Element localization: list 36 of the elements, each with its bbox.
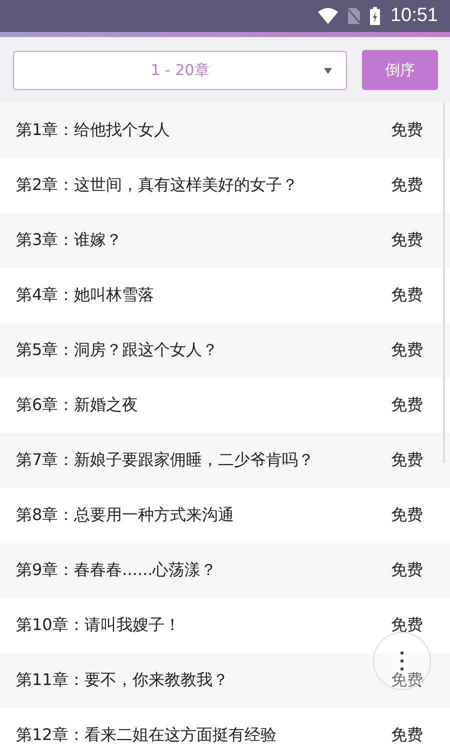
chapter-row[interactable]: 第9章：春春春......心荡漾？ 免费 [0, 543, 450, 598]
chapter-title: 第2章：这世间，真有这样美好的女子？ [16, 175, 298, 196]
chapter-row[interactable]: 第5章：洞房？跟这个女人？ 免费 [0, 323, 450, 378]
price-label: 免费 [391, 670, 423, 691]
chapter-row[interactable]: 第3章：谁嫁？ 免费 [0, 213, 450, 268]
price-label: 免费 [391, 340, 423, 361]
price-label: 免费 [391, 450, 423, 471]
chapter-title: 第3章：谁嫁？ [16, 230, 122, 251]
clock-time: 10:51 [390, 5, 438, 27]
chapter-row[interactable]: 第11章：要不，你来教教我？ 免费 [0, 653, 450, 708]
price-label: 免费 [391, 615, 423, 636]
price-label: 免费 [391, 285, 423, 306]
chapter-title: 第4章：她叫林雪落 [16, 285, 154, 306]
chapter-title: 第8章：总要用一种方式来沟通 [16, 505, 234, 526]
chapter-title: 第11章：要不，你来教教我？ [16, 670, 228, 691]
battery-icon [370, 7, 380, 25]
caret-icon [324, 68, 332, 74]
price-label: 免费 [391, 175, 423, 196]
no-sim-icon [348, 8, 360, 24]
chapter-title: 第12章：看来二姐在这方面挺有经验 [16, 725, 276, 746]
chapter-title: 第7章：新娘子要跟家佣睡，二少爷肯吗？ [16, 450, 314, 471]
price-label: 免费 [391, 725, 423, 746]
chapter-title: 第9章：春春春......心荡漾？ [16, 560, 217, 581]
chapter-row[interactable]: 第1章：给他找个女人 免费 [0, 103, 450, 158]
price-label: 免费 [391, 395, 423, 416]
chapter-title: 第1章：给他找个女人 [16, 120, 170, 141]
chapter-title: 第5章：洞房？跟这个女人？ [16, 340, 218, 361]
more-icon [400, 651, 404, 671]
price-label: 免费 [391, 560, 423, 581]
wifi-icon [318, 8, 338, 24]
price-label: 免费 [391, 120, 423, 141]
price-label: 免费 [391, 230, 423, 251]
price-label: 免费 [391, 505, 423, 526]
chapter-title: 第6章：新婚之夜 [16, 395, 138, 416]
chapter-title: 第10章：请叫我嫂子！ [16, 615, 180, 636]
chapter-row[interactable]: 第7章：新娘子要跟家佣睡，二少爷肯吗？ 免费 [0, 433, 450, 488]
